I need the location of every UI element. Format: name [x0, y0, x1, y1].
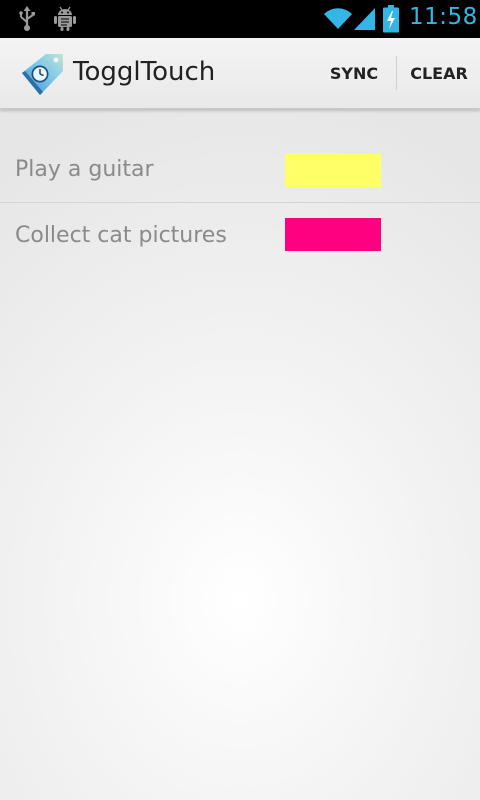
task-name: Play a guitar: [15, 157, 154, 182]
task-row-collect-cat-pictures[interactable]: Collect cat pictures: [0, 203, 480, 265]
task-name: Collect cat pictures: [15, 223, 227, 248]
android-debug-icon: [54, 6, 76, 31]
usb-icon: [19, 6, 35, 31]
status-bar: 11:58: [0, 0, 480, 38]
action-bar: TogglTouch SYNC CLEAR: [0, 38, 480, 109]
task-color-swatch: [285, 154, 381, 187]
status-clock: 11:58: [409, 4, 478, 30]
wifi-icon: [324, 8, 352, 30]
sync-button[interactable]: SYNC: [318, 38, 390, 108]
task-row-play-a-guitar[interactable]: Play a guitar: [0, 140, 480, 203]
clear-button[interactable]: CLEAR: [400, 38, 478, 108]
task-list: Play a guitar Collect cat pictures: [0, 140, 480, 265]
toggl-clock-tag-icon[interactable]: [20, 51, 66, 97]
task-color-swatch: [285, 218, 381, 251]
battery-charging-icon: [383, 5, 399, 33]
action-divider: [396, 56, 397, 90]
app-title: TogglTouch: [73, 57, 216, 87]
signal-icon: [354, 8, 375, 30]
